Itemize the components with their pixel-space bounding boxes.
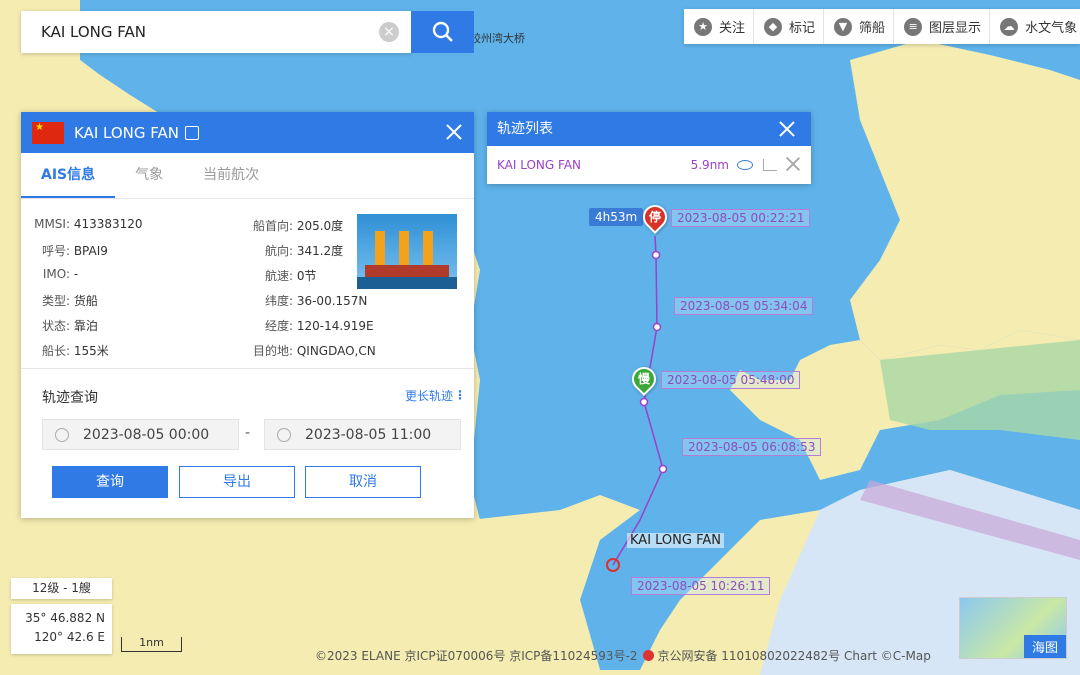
follow-button[interactable]: ★ 关注 [684,9,755,44]
mark-button[interactable]: ◆ 标记 [754,9,825,44]
end-date-value: 2023-08-05 11:00 [305,426,432,443]
track-query-title: 轨迹查询 [42,390,98,406]
clock-icon [55,427,69,442]
photo-hull [365,265,449,277]
tool-label: 图层显示 [929,21,982,36]
info-type: 类型: 货船 [41,294,98,308]
date-dash: - [245,425,251,441]
star-icon: ★ [694,17,712,36]
bridge-label: 胶州湾大桥 [470,32,525,45]
chart-toggle-button[interactable]: 海图 [1023,635,1066,658]
tab-weather[interactable]: 气象 [115,153,183,198]
start-date-value: 2023-08-05 00:00 [83,426,210,443]
track-list-title: 轨迹列表 [497,121,553,137]
track-time-label[interactable]: 2023-08-05 05:48:00 [661,371,801,389]
track-list-header: 轨迹列表 [487,112,811,146]
chart-land [880,340,1080,440]
ship-photo[interactable] [357,214,457,289]
slow-pin-text: 慢 [637,372,650,386]
track-list-item[interactable]: KAI LONG FAN 5.9nm [487,146,811,184]
eye-icon[interactable] [737,160,753,170]
photo-tower [423,231,433,265]
ship-map-label[interactable]: KAI LONG FAN [627,533,724,548]
track-point [639,397,649,407]
close-icon[interactable] [777,119,797,139]
info-course: 航向: 341.2度 [264,244,344,258]
photo-sea [357,277,457,289]
more-vert-icon[interactable]: ⋮ [454,388,466,402]
weather-icon: ☁ [1000,17,1019,36]
track-time-label[interactable]: 2023-08-05 05:34:04 [674,297,814,315]
clock-icon [277,427,291,442]
filter-icon: ▼ [834,17,853,36]
photo-tower [399,231,409,265]
scale-bar: 1nm [121,637,182,652]
longitude: 120° 42.6 E [34,630,105,644]
track-point [652,322,662,332]
close-icon[interactable] [444,122,464,142]
track-point [658,464,668,474]
search-input[interactable] [21,11,379,53]
tool-label: 关注 [719,21,746,36]
track-point [651,250,661,260]
info-heading: 船首向: 205.0度 [252,219,344,233]
police-badge-icon [643,650,655,661]
china-flag-icon [32,121,64,144]
track-time-label[interactable]: 2023-08-05 10:26:11 [631,577,771,595]
track-ship-name: KAI LONG FAN [497,158,581,172]
ship-tabs: AIS信息 气象 当前航次 [21,153,474,199]
footer-copyright: ©2023 ELANE 京ICP证070006号 京ICP备11024593号-… [315,649,638,663]
ship-panel-header: KAI LONG FAN [21,112,474,153]
info-speed: 航速: 0节 [264,269,317,283]
filter-button[interactable]: ▼ 筛船 [824,9,895,44]
search-box: × [21,11,411,53]
layers-icon: ≡ [904,17,923,36]
zoom-level: 12级 - 1艘 [11,578,112,599]
info-destination: 目的地: QINGDAO,CN [252,344,376,358]
minimap[interactable]: 海图 [959,597,1067,659]
search-icon [432,21,453,42]
latitude: 35° 46.882 N [25,611,105,625]
map-toolbar: ★ 关注 ◆ 标记 ▼ 筛船 ≡ 图层显示 ☁ 水文气象 [684,9,1080,44]
ais-info: MMSI: 413383120 呼号: BPAI9 IMO: - 类型: 货船 … [21,199,474,369]
ship-info-panel: KAI LONG FAN AIS信息 气象 当前航次 MMSI: 4133831… [21,112,474,518]
export-button[interactable]: 导出 [179,466,295,498]
tab-ais[interactable]: AIS信息 [21,153,116,198]
layers-button[interactable]: ≡ 图层显示 [894,9,991,44]
tag-icon: ◆ [764,17,783,36]
close-icon[interactable]: × [379,22,399,42]
track-distance: 5.9nm [690,158,729,172]
footer: ©2023 ELANE 京ICP证070006号 京ICP备11024593号-… [315,647,931,664]
ship-name: KAI LONG FAN [74,123,179,142]
weather-button[interactable]: ☁ 水文气象 [990,9,1080,44]
query-button[interactable]: 查询 [52,466,168,498]
info-imo: IMO: - [42,267,79,281]
tab-voyage[interactable]: 当前航次 [183,153,279,198]
chart-icon[interactable] [763,159,777,171]
track-time-label[interactable]: 2023-08-05 00:22:21 [671,209,811,227]
info-lat: 纬度: 36-00.157N [264,294,368,308]
tool-label: 水文气象 [1025,21,1078,36]
track-time-label[interactable]: 2023-08-05 06:08:53 [682,438,822,456]
info-lon: 经度: 120-14.919E [264,319,374,333]
duration-badge: 4h53m [589,208,644,226]
info-mmsi: MMSI: 413383120 [34,217,143,231]
cancel-button[interactable]: 取消 [305,466,421,498]
info-callsign: 呼号: BPAI9 [41,244,108,258]
longer-track-link[interactable]: 更长轨迹 [405,387,453,404]
photo-tower [375,231,385,265]
stop-pin-text: 停 [648,210,661,224]
close-icon[interactable] [785,156,801,172]
edit-icon[interactable] [185,125,199,140]
search-button[interactable] [411,11,474,53]
tool-label: 标记 [789,21,816,36]
footer-police: 京公网安备 11010802022482号 Chart ©C-Map [657,649,931,663]
tool-label: 筛船 [859,21,886,36]
info-length: 船长: 155米 [41,344,109,358]
start-date-field[interactable]: 2023-08-05 00:00 [42,419,239,450]
cursor-coordinates: 35° 46.882 N 120° 42.6 E [11,604,112,654]
info-status: 状态: 靠泊 [41,319,98,333]
track-list-panel: 轨迹列表 KAI LONG FAN 5.9nm [487,112,811,184]
end-date-field[interactable]: 2023-08-05 11:00 [264,419,461,450]
